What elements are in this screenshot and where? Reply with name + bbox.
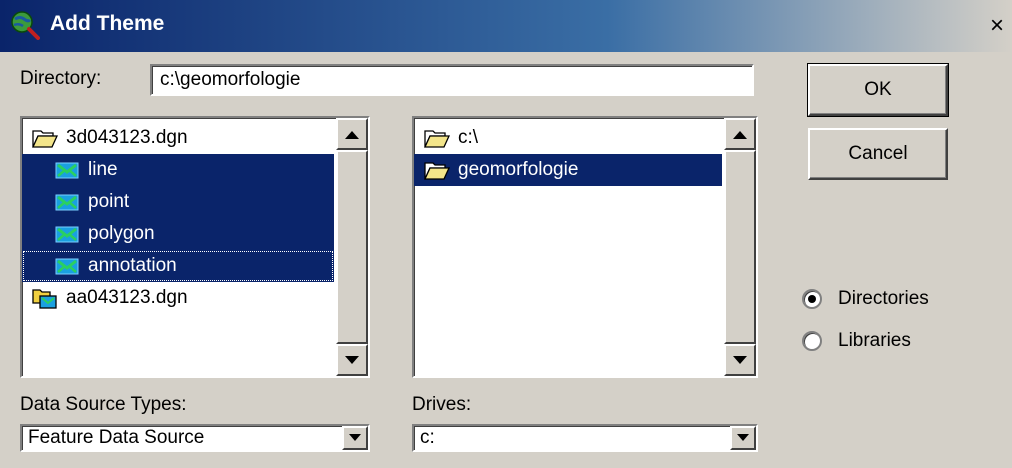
list-item-label: annotation (88, 255, 177, 276)
radio-button[interactable] (802, 331, 822, 351)
down-arrow-icon (733, 355, 747, 364)
chevron-down-icon (349, 434, 361, 441)
directory-input[interactable] (150, 64, 754, 96)
list-item-label: polygon (88, 223, 155, 244)
list-item[interactable]: polygon (22, 218, 334, 250)
chevron-down-icon (737, 434, 749, 441)
directory-label: Directory: (20, 68, 102, 89)
radio-libraries[interactable]: Libraries (802, 330, 911, 352)
ok-button[interactable]: OK (807, 63, 949, 117)
feature-class-icon (54, 191, 80, 213)
drives-value: c: (420, 427, 435, 448)
list-item-label: c:\ (458, 127, 479, 148)
close-button[interactable]: × (984, 14, 1010, 38)
window-title: Add Theme (50, 12, 165, 35)
open-folder-icon (423, 127, 451, 149)
scroll-up-button[interactable] (336, 118, 368, 150)
down-arrow-icon (345, 355, 359, 364)
radio-button[interactable] (802, 289, 822, 309)
list-item[interactable]: point (22, 186, 334, 218)
up-arrow-icon (345, 130, 359, 139)
list-item-label: point (88, 191, 130, 212)
data-source-types-label: Data Source Types: (20, 394, 187, 415)
list-item[interactable]: 3d043123.dgn (22, 122, 334, 154)
drives-select[interactable]: c: (412, 424, 758, 452)
up-arrow-icon (733, 130, 747, 139)
list-item-label: geomorfologie (458, 159, 579, 180)
scroll-down-button[interactable] (724, 344, 756, 376)
list-item[interactable]: aa043123.dgn (22, 282, 334, 314)
list-item-label: 3d043123.dgn (66, 127, 188, 148)
feature-class-icon (54, 255, 80, 277)
list-item-label: line (88, 159, 118, 180)
radio-label: Libraries (838, 330, 911, 351)
list-item[interactable]: c:\ (414, 122, 722, 154)
radio-directories[interactable]: Directories (802, 288, 929, 310)
cancel-button[interactable]: Cancel (808, 128, 948, 180)
folders-listbox[interactable]: c:\ geomorfologie (412, 116, 758, 378)
themes-scrollbar[interactable] (336, 118, 368, 376)
data-source-types-value: Feature Data Source (28, 427, 205, 448)
dropdown-button[interactable] (730, 426, 756, 450)
open-folder-icon (31, 127, 59, 149)
radio-label: Directories (838, 288, 929, 309)
drives-label: Drives: (412, 394, 472, 415)
scroll-thumb[interactable] (724, 150, 756, 344)
globe-magnifier-icon (10, 10, 40, 40)
list-item[interactable]: line (22, 154, 334, 186)
scroll-thumb[interactable] (336, 150, 368, 344)
dataset-folder-icon (32, 287, 58, 309)
scroll-up-button[interactable] (724, 118, 756, 150)
scroll-down-button[interactable] (336, 344, 368, 376)
data-source-types-select[interactable]: Feature Data Source (20, 424, 370, 452)
list-item-label: aa043123.dgn (66, 287, 188, 308)
dropdown-button[interactable] (342, 426, 368, 450)
list-item[interactable]: annotation (22, 250, 334, 282)
list-item[interactable]: geomorfologie (414, 154, 722, 186)
feature-class-icon (54, 159, 80, 181)
folders-scrollbar[interactable] (724, 118, 756, 376)
themes-listbox[interactable]: 3d043123.dgn line point polygon annotation aa… (20, 116, 370, 378)
open-folder-icon (423, 159, 451, 181)
feature-class-icon (54, 223, 80, 245)
